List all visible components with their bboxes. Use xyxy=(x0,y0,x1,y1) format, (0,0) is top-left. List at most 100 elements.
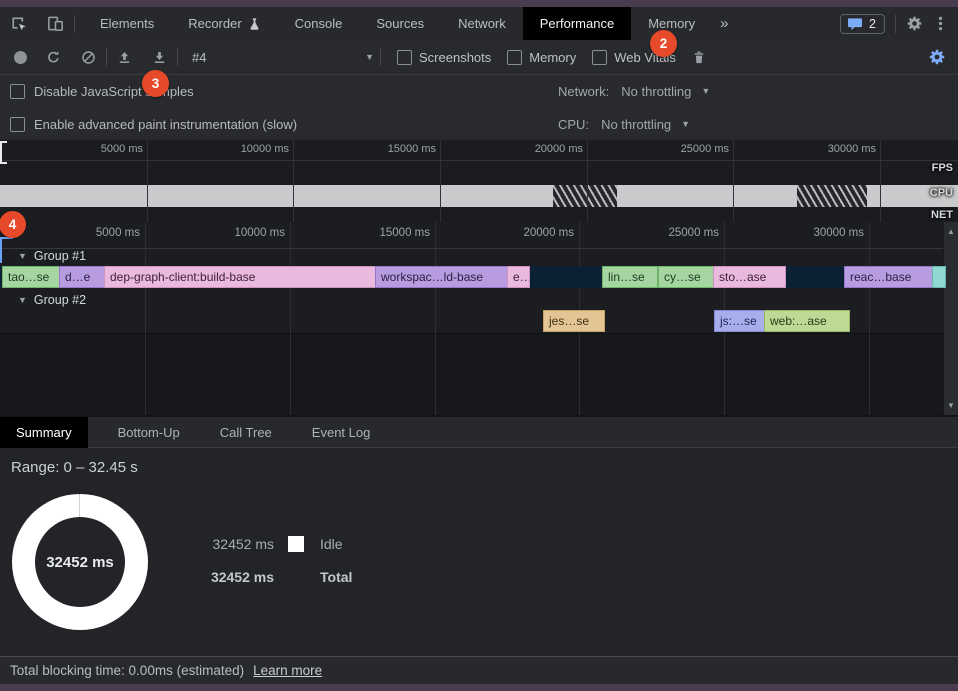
flame-bar-label: tao…se xyxy=(3,270,54,284)
ruler-tick-label: 10000 ms xyxy=(223,143,289,155)
tab-label: Memory xyxy=(648,16,695,31)
flame-bar[interactable]: cy…se xyxy=(658,266,714,288)
network-throttling-row: Network: No throttling ▼ xyxy=(558,76,710,106)
capture-settings-gear-icon[interactable] xyxy=(928,48,946,66)
checkbox[interactable] xyxy=(507,50,522,65)
ruler-line xyxy=(0,160,958,161)
cpu-throttling-dropdown[interactable]: No throttling ▼ xyxy=(601,117,690,132)
checkbox-label: Disable JavaScript samples xyxy=(34,84,194,99)
checkbox[interactable] xyxy=(592,50,607,65)
ruler-tick-label: 25000 ms xyxy=(649,227,719,239)
divider xyxy=(74,15,75,33)
network-throttling-dropdown[interactable]: No throttling ▼ xyxy=(621,84,710,99)
tab-elements[interactable]: Elements xyxy=(83,7,171,40)
tab-recorder[interactable]: Recorder xyxy=(171,7,277,40)
record-button[interactable] xyxy=(0,51,36,64)
flame-bar[interactable]: reac…base xyxy=(844,266,933,288)
reload-and-record-button[interactable] xyxy=(36,49,71,66)
overview-timeline[interactable]: FPS CPU NET 5000 ms10000 ms15000 ms20000… xyxy=(0,140,958,222)
ruler-tick-label: 10000 ms xyxy=(215,227,285,239)
flame-bar-label: sto…ase xyxy=(714,270,771,284)
flame-bar[interactable]: web:…ase xyxy=(764,310,850,332)
devtools-window: Elements Recorder Console Sources Network Per… xyxy=(0,0,958,691)
inspect-element-icon[interactable] xyxy=(0,7,37,40)
flame-bar-row: jes…se js:…seweb:…ase xyxy=(0,310,944,332)
history-dropdown[interactable]: #4 ▼ xyxy=(186,50,380,65)
tab-console[interactable]: Console xyxy=(278,7,360,40)
scroll-down-icon[interactable]: ▼ xyxy=(944,401,958,410)
details-tab-event-log[interactable]: Event Log xyxy=(296,417,387,448)
tab-label: Recorder xyxy=(188,16,241,31)
flame-bar[interactable]: tao…se xyxy=(2,266,60,288)
chevron-down-icon: ▼ xyxy=(365,52,374,62)
checkbox[interactable] xyxy=(10,117,25,132)
details-tab-call-tree[interactable]: Call Tree xyxy=(204,417,288,448)
kebab-menu-icon[interactable] xyxy=(933,15,948,32)
chevron-down-icon: ▼ xyxy=(681,119,690,129)
checkbox[interactable] xyxy=(10,84,25,99)
total-blocking-time-text: Total blocking time: 0.00ms (estimated) xyxy=(10,663,244,678)
tab-performance[interactable]: Performance xyxy=(523,7,631,40)
clear-icon[interactable] xyxy=(71,49,106,66)
flame-bar[interactable]: lin…se xyxy=(602,266,658,288)
ruler-tick-label: 5000 ms xyxy=(70,227,140,239)
learn-more-link[interactable]: Learn more xyxy=(253,663,322,678)
flame-bar[interactable]: d…e xyxy=(59,266,105,288)
flame-chart[interactable]: ▲ ▼ 5000 ms 10000 ms 15000 ms 20000 ms 25000… xyxy=(0,222,958,415)
toggle-memory[interactable]: Memory xyxy=(507,50,576,65)
checkbox-label: Enable advanced paint instrumentation (s… xyxy=(34,117,297,132)
tab-network[interactable]: Network xyxy=(441,7,523,40)
checkbox[interactable] xyxy=(397,50,412,65)
ruler-gridline xyxy=(587,140,588,222)
capture-toggles: ScreenshotsMemoryWeb Vitals xyxy=(381,50,676,65)
flame-bar[interactable]: js:…se xyxy=(714,310,765,332)
performance-toolbar: #4 ▼ ScreenshotsMemoryWeb Vitals xyxy=(0,40,958,75)
collapse-triangle-icon[interactable]: ▼ xyxy=(18,251,27,261)
details-tab-bottom-up[interactable]: Bottom-Up xyxy=(102,417,196,448)
flame-bar[interactable]: sto…ase xyxy=(713,266,786,288)
overview-window-handle[interactable] xyxy=(0,141,7,164)
ruler-tick-label: 20000 ms xyxy=(504,227,574,239)
load-profile-icon[interactable] xyxy=(107,49,142,66)
chevron-down-icon: ▼ xyxy=(701,86,710,96)
settings-gear-icon[interactable] xyxy=(906,15,923,32)
status-bar: Total blocking time: 0.00ms (estimated) … xyxy=(0,656,958,684)
flame-bar-row: tao…se d…edep-graph-client:build-basework… xyxy=(0,266,944,288)
tab-label: Sources xyxy=(376,16,424,31)
cpu-lane-label: CPU xyxy=(930,187,953,199)
flame-bar[interactable]: jes…se xyxy=(543,310,605,332)
flame-bar[interactable]: e… xyxy=(507,266,530,288)
cpu-throttling-value: No throttling xyxy=(601,117,671,132)
details-tab-summary[interactable]: Summary xyxy=(0,417,88,448)
advanced-paint-toggle[interactable]: Enable advanced paint instrumentation (s… xyxy=(10,109,297,139)
flame-bar-label: jes…se xyxy=(544,314,594,328)
more-tabs-icon[interactable]: » xyxy=(712,15,736,32)
checkbox-label: Screenshots xyxy=(419,50,491,65)
tab-label: Network xyxy=(458,16,506,31)
vertical-scrollbar[interactable]: ▲ ▼ xyxy=(943,222,958,415)
ruler-tick-label: 15000 ms xyxy=(360,227,430,239)
device-toolbar-icon[interactable] xyxy=(37,7,74,40)
tab-sources[interactable]: Sources xyxy=(359,7,441,40)
flame-bar-label: e… xyxy=(508,270,530,284)
trash-icon[interactable] xyxy=(682,49,716,66)
group-label-text: Group #1 xyxy=(34,249,86,263)
flame-bar[interactable]: dep-graph-client:build-base xyxy=(104,266,376,288)
issues-counter[interactable]: 2 xyxy=(840,14,885,34)
selection-bracket xyxy=(0,237,13,263)
scroll-up-icon[interactable]: ▲ xyxy=(944,227,958,236)
collapse-triangle-icon[interactable]: ▼ xyxy=(18,295,27,305)
history-selected: #4 xyxy=(192,50,206,65)
group-header-2[interactable]: ▼Group #2 xyxy=(18,291,86,309)
ruler-tick-label: 30000 ms xyxy=(810,143,876,155)
network-label: Network: xyxy=(558,84,609,99)
divider xyxy=(895,15,896,33)
flame-empty-area xyxy=(0,333,944,416)
devtools-tab-bar: Elements Recorder Console Sources Network Per… xyxy=(0,7,958,40)
flame-bar[interactable] xyxy=(932,266,946,288)
flame-bar[interactable]: workspac…ld-base xyxy=(375,266,508,288)
flame-bar-label: js:…se xyxy=(715,314,762,328)
save-profile-icon[interactable] xyxy=(142,49,177,66)
toggle-screenshots[interactable]: Screenshots xyxy=(397,50,491,65)
group-header-1[interactable]: ▼ Group #1 xyxy=(18,247,86,265)
